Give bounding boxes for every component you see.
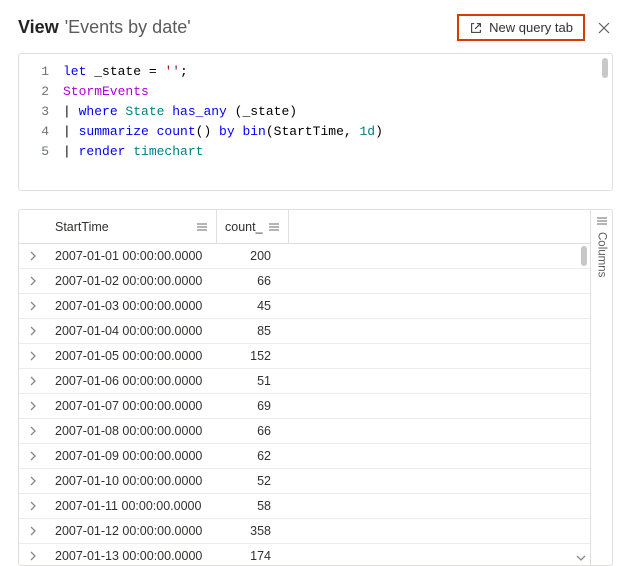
table-row[interactable]: 2007-01-11 00:00:00.000058 [19,494,590,519]
cell-starttime: 2007-01-07 00:00:00.0000 [47,399,217,413]
cell-count: 66 [217,424,289,438]
code-line: 5| render timechart [19,142,612,162]
chevron-down-icon[interactable] [576,553,586,563]
grid-body[interactable]: 2007-01-01 00:00:00.00002002007-01-02 00… [19,244,590,565]
code-editor[interactable]: 1let _state = '';2StormEvents3| where St… [18,53,613,191]
code-content: | render timechart [63,142,203,162]
title-block: View 'Events by date' [18,17,457,38]
column-label-starttime: StartTime [55,220,109,234]
query-view-panel: View 'Events by date' New query tab 1let… [0,0,631,566]
row-expand-chevron[interactable] [19,476,47,486]
editor-scrollbar[interactable] [602,58,608,78]
cell-starttime: 2007-01-03 00:00:00.0000 [47,299,217,313]
cell-count: 51 [217,374,289,388]
menu-icon[interactable] [196,222,208,232]
cell-count: 62 [217,449,289,463]
cell-starttime: 2007-01-11 00:00:00.0000 [47,499,217,513]
table-row[interactable]: 2007-01-03 00:00:00.000045 [19,294,590,319]
cell-count: 200 [217,249,289,263]
table-row[interactable]: 2007-01-04 00:00:00.000085 [19,319,590,344]
cell-count: 66 [217,274,289,288]
new-query-tab-button[interactable]: New query tab [457,14,585,41]
cell-starttime: 2007-01-01 00:00:00.0000 [47,249,217,263]
row-expand-chevron[interactable] [19,376,47,386]
columns-side-tab[interactable]: Columns [590,210,612,565]
cell-count: 358 [217,524,289,538]
results-grid: StartTime count_ 2007-01-01 00:00:00.000… [18,209,613,566]
row-expand-chevron[interactable] [19,426,47,436]
page-title: View [18,17,59,38]
code-content: let _state = ''; [63,62,188,82]
cell-starttime: 2007-01-05 00:00:00.0000 [47,349,217,363]
code-line: 3| where State has_any (_state) [19,102,612,122]
table-row[interactable]: 2007-01-10 00:00:00.000052 [19,469,590,494]
cell-starttime: 2007-01-06 00:00:00.0000 [47,374,217,388]
cell-starttime: 2007-01-10 00:00:00.0000 [47,474,217,488]
cell-starttime: 2007-01-08 00:00:00.0000 [47,424,217,438]
cell-count: 85 [217,324,289,338]
expand-column-header [19,210,47,243]
cell-count: 58 [217,499,289,513]
row-expand-chevron[interactable] [19,526,47,536]
table-row[interactable]: 2007-01-07 00:00:00.000069 [19,394,590,419]
menu-icon[interactable] [268,222,280,232]
table-row[interactable]: 2007-01-06 00:00:00.000051 [19,369,590,394]
panel-header: View 'Events by date' New query tab [18,14,613,41]
row-expand-chevron[interactable] [19,551,47,561]
table-row[interactable]: 2007-01-01 00:00:00.0000200 [19,244,590,269]
table-row[interactable]: 2007-01-02 00:00:00.000066 [19,269,590,294]
row-expand-chevron[interactable] [19,351,47,361]
query-name: 'Events by date' [65,17,191,38]
grid-vertical-scrollbar[interactable] [581,246,587,266]
code-content: StormEvents [63,82,149,102]
row-expand-chevron[interactable] [19,401,47,411]
line-number: 3 [19,102,63,122]
table-row[interactable]: 2007-01-08 00:00:00.000066 [19,419,590,444]
cell-count: 45 [217,299,289,313]
line-number: 4 [19,122,63,142]
code-line: 1let _state = ''; [19,62,612,82]
code-line: 2StormEvents [19,82,612,102]
column-label-count: count_ [225,220,263,234]
line-number: 2 [19,82,63,102]
code-line: 4| summarize count() by bin(StartTime, 1… [19,122,612,142]
cell-starttime: 2007-01-09 00:00:00.0000 [47,449,217,463]
cell-starttime: 2007-01-02 00:00:00.0000 [47,274,217,288]
row-expand-chevron[interactable] [19,251,47,261]
row-expand-chevron[interactable] [19,451,47,461]
columns-side-label: Columns [596,232,608,277]
table-row[interactable]: 2007-01-05 00:00:00.0000152 [19,344,590,369]
menu-icon [596,216,608,226]
line-number: 5 [19,142,63,162]
cell-count: 52 [217,474,289,488]
cell-count: 152 [217,349,289,363]
column-header-starttime[interactable]: StartTime [47,210,217,243]
new-query-tab-label: New query tab [489,20,573,35]
table-row[interactable]: 2007-01-09 00:00:00.000062 [19,444,590,469]
cell-starttime: 2007-01-12 00:00:00.0000 [47,524,217,538]
row-expand-chevron[interactable] [19,301,47,311]
cell-starttime: 2007-01-04 00:00:00.0000 [47,324,217,338]
cell-count: 69 [217,399,289,413]
row-expand-chevron[interactable] [19,501,47,511]
cell-count: 174 [217,549,289,563]
row-expand-chevron[interactable] [19,276,47,286]
table-row[interactable]: 2007-01-13 00:00:00.0000174 [19,544,590,565]
code-content: | where State has_any (_state) [63,102,297,122]
line-number: 1 [19,62,63,82]
cell-starttime: 2007-01-13 00:00:00.0000 [47,549,217,563]
table-row[interactable]: 2007-01-12 00:00:00.0000358 [19,519,590,544]
open-external-icon [469,21,483,35]
close-button[interactable] [595,19,613,37]
column-header-count[interactable]: count_ [217,210,289,243]
code-content: | summarize count() by bin(StartTime, 1d… [63,122,383,142]
grid-header: StartTime count_ [19,210,590,244]
row-expand-chevron[interactable] [19,326,47,336]
